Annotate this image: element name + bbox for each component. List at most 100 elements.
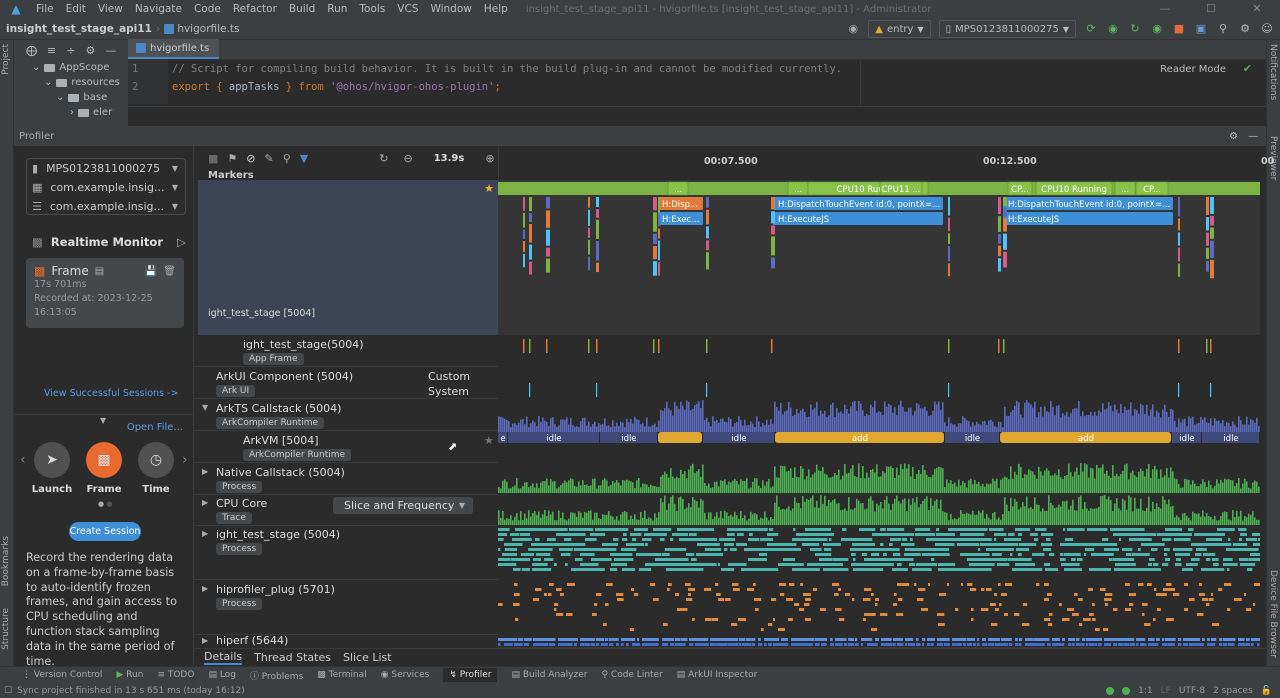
menu-code[interactable]: Code: [188, 3, 227, 15]
menu-tools[interactable]: Tools: [353, 3, 391, 15]
menu-build[interactable]: Build: [283, 3, 321, 15]
collapse-arrow-icon[interactable]: ▼: [100, 416, 106, 425]
module-combo[interactable]: ▲ entry ▼: [868, 20, 931, 38]
flag-icon[interactable]: ⚑: [227, 152, 237, 165]
launch-mode-button[interactable]: ➤: [34, 442, 70, 478]
time-ruler[interactable]: 00:07.500 00:12.500 00: [498, 146, 1274, 180]
stop-icon[interactable]: ■: [1172, 22, 1186, 36]
lower-lanes[interactable]: e idle idle idle add idle add idle idle: [498, 335, 1260, 648]
tab-thread-states[interactable]: Thread States: [254, 651, 331, 664]
menu-navigate[interactable]: Navigate: [129, 3, 188, 15]
delete-icon[interactable]: 🗑: [163, 266, 176, 277]
status-toggle-icon[interactable]: ☐: [4, 686, 12, 696]
gear-icon[interactable]: ⚙: [1229, 131, 1238, 142]
expand-right-icon[interactable]: ▶: [202, 498, 208, 507]
create-session-button[interactable]: Create Session: [69, 522, 141, 541]
toolwindow-build-analyzer[interactable]: ▤ Build Analyzer: [511, 670, 587, 680]
close-button[interactable]: ✕: [1234, 0, 1280, 18]
expand-all-icon[interactable]: ≡: [47, 44, 56, 57]
toolwindow-terminal[interactable]: ▩ Terminal: [317, 670, 366, 680]
line-separator[interactable]: LF: [1161, 686, 1171, 696]
toolwindow-version-control[interactable]: ⋮ Version Control: [22, 670, 102, 680]
row-hiprofiler[interactable]: ▶ hiprofiler_plug (5701) Process: [194, 581, 498, 635]
tree-item-resources[interactable]: ⌄ resources: [14, 75, 128, 90]
status-ok-indicator[interactable]: [1122, 686, 1131, 695]
toolwindow-log[interactable]: ▤ Log: [208, 670, 235, 680]
highlighted-thread-row[interactable]: ★ ight_test_stage [5004]: [198, 180, 498, 335]
details-icon[interactable]: ▤: [95, 266, 104, 277]
minimize-button[interactable]: —: [1142, 0, 1188, 18]
tree-item-element[interactable]: › eler: [14, 105, 128, 120]
collapse-all-icon[interactable]: ÷: [66, 44, 75, 57]
device-file-browser-tool-tab[interactable]: Device File Browser: [1268, 570, 1278, 658]
menu-help[interactable]: Help: [478, 3, 514, 15]
row-app-frame[interactable]: ight_test_stage(5004) App Frame: [194, 336, 498, 367]
tree-item-appscope[interactable]: ⌄ AppScope: [14, 60, 128, 75]
row-process-main[interactable]: ▶ ight_test_stage (5004) Process: [194, 526, 498, 580]
tab-slice-list[interactable]: Slice List: [343, 651, 392, 664]
indent-setting[interactable]: 2 spaces: [1213, 686, 1253, 696]
toolwindow-profiler[interactable]: ↯ Profiler: [443, 668, 498, 682]
maximize-button[interactable]: ☐: [1188, 0, 1234, 18]
menu-file[interactable]: File: [30, 3, 60, 15]
menu-refactor[interactable]: Refactor: [227, 3, 283, 15]
hide-panel-icon[interactable]: —: [1248, 131, 1258, 142]
file-encoding[interactable]: UTF-8: [1179, 686, 1205, 696]
stop-record-icon[interactable]: ■: [208, 152, 218, 165]
play-icon[interactable]: ▷: [177, 235, 186, 249]
rerun-icon[interactable]: ↻: [1128, 22, 1142, 36]
expand-right-icon[interactable]: ▶: [202, 584, 208, 593]
app-select[interactable]: ▦ com.example.insig... ▼: [26, 178, 186, 197]
structure-tool-tab[interactable]: Structure: [1, 608, 11, 650]
hide-icon[interactable]: —: [105, 44, 116, 57]
tab-details[interactable]: Details: [204, 650, 243, 665]
expand-right-icon[interactable]: ▶: [202, 636, 208, 645]
frame-mode-button[interactable]: ▩: [86, 442, 122, 478]
view-successful-sessions-link[interactable]: View Successful Sessions ->: [44, 388, 178, 399]
status-ok-indicator[interactable]: [1106, 686, 1115, 695]
debug-icon[interactable]: ◉: [1106, 22, 1120, 36]
search-icon[interactable]: ⚲: [1216, 22, 1230, 36]
star-icon[interactable]: ★: [484, 434, 494, 447]
gear-icon[interactable]: ⚙: [85, 44, 95, 57]
reader-mode-button[interactable]: Reader Mode: [1160, 64, 1226, 75]
process-select[interactable]: ☰ com.example.insig... ▼: [26, 197, 186, 216]
device-select[interactable]: ▮ MPS0123811000275 ▼: [26, 159, 186, 178]
menu-run[interactable]: Run: [321, 3, 353, 15]
time-mode-button[interactable]: ◷: [138, 442, 174, 478]
menu-edit[interactable]: Edit: [60, 3, 92, 15]
zoom-in-icon[interactable]: ⊕: [485, 152, 494, 165]
expand-down-icon[interactable]: ▼: [202, 403, 208, 412]
project-tool-tab[interactable]: Project: [1, 44, 11, 75]
open-file-link[interactable]: Open File...: [127, 422, 183, 433]
carousel-next-icon[interactable]: ›: [182, 452, 188, 468]
editor-tab-hvigorfile[interactable]: hvigorfile.ts: [128, 39, 220, 59]
search-icon[interactable]: ⚲: [283, 152, 291, 165]
row-arkvm[interactable]: ArkVM [5004] ArkCompiler Runtime ★ ⬈: [194, 432, 498, 463]
save-icon[interactable]: 💾: [145, 266, 157, 277]
status-message[interactable]: Sync project finished in 13 s 651 ms (to…: [17, 686, 245, 696]
row-native-callstack[interactable]: ▶ Native Callstack (5004) Process: [194, 464, 498, 495]
device-combo[interactable]: ▯ MPS0123811000275 ▼: [938, 20, 1076, 38]
reset-zoom-icon[interactable]: ↻: [379, 152, 388, 165]
toolwindow-run[interactable]: ▶ Run: [116, 670, 143, 680]
no-entry-icon[interactable]: ⊘: [246, 152, 255, 165]
row-arkui-component[interactable]: ArkUI Component (5004) Ark UI Custom Sys…: [194, 368, 498, 399]
breadcrumb-file[interactable]: hvigorfile.ts: [164, 23, 239, 35]
carousel-dots[interactable]: ● ●: [98, 500, 112, 508]
lock-icon[interactable]: 🔓: [1261, 686, 1272, 696]
row-cpu-core[interactable]: ▶ CPU Core Trace Slice and Frequency ▼: [194, 495, 498, 526]
notifications-tool-tab[interactable]: Notifications: [1268, 44, 1278, 100]
inspection-ok-icon[interactable]: ✔: [1243, 62, 1252, 75]
row-hiperf[interactable]: ▶ hiperf (5644): [194, 634, 498, 649]
expand-right-icon[interactable]: ▶: [202, 529, 208, 538]
run-icon[interactable]: ⟳: [1084, 22, 1098, 36]
locate-icon[interactable]: ◉: [846, 22, 860, 36]
caret-position[interactable]: 1:1: [1138, 686, 1152, 696]
toolwindow-code-linter[interactable]: ⚲ Code Linter: [601, 670, 662, 680]
cpu-core-mode-select[interactable]: Slice and Frequency ▼: [333, 497, 473, 514]
code-area[interactable]: // Script for compiling build behavior. …: [172, 60, 842, 96]
toolwindow-problems[interactable]: ⓘ Problems: [250, 669, 303, 682]
star-icon[interactable]: ★: [484, 182, 494, 195]
attach-debugger-icon[interactable]: ◉: [1150, 22, 1164, 36]
